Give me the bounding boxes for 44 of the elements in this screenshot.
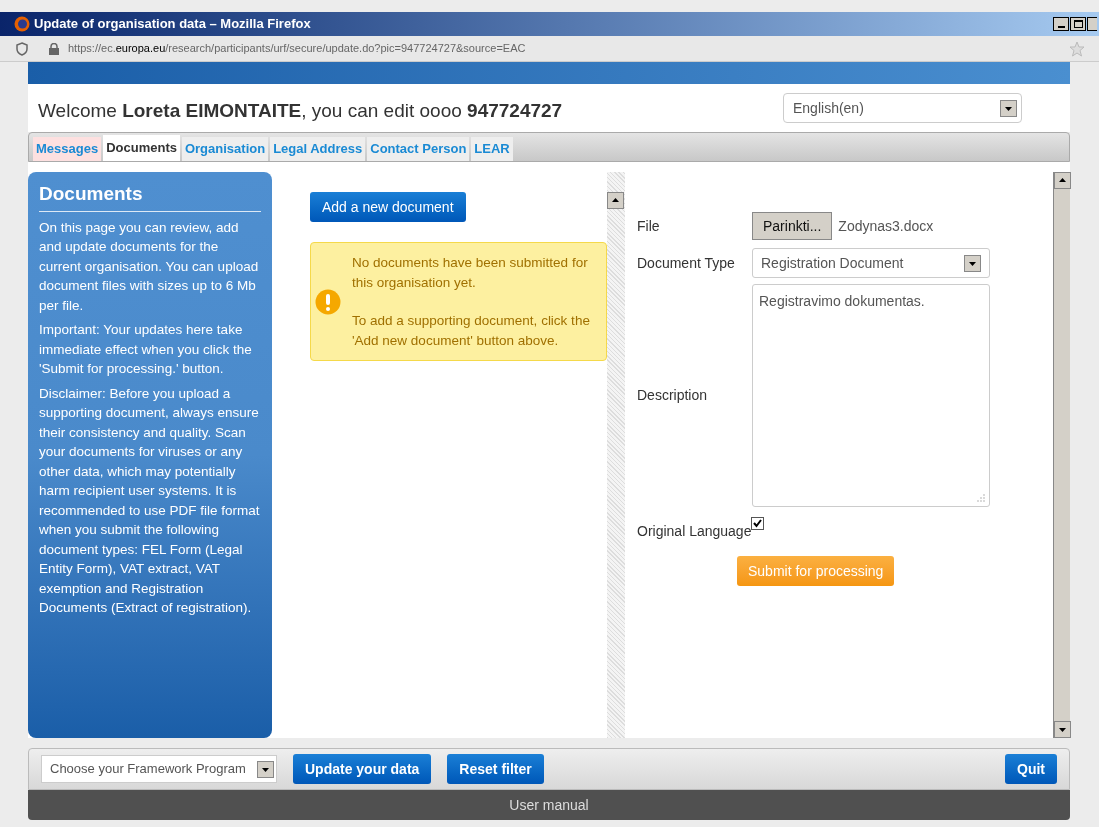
- window-title: Update of organisation data – Mozilla Firefox: [34, 15, 311, 34]
- add-document-button[interactable]: Add a new document: [310, 192, 466, 222]
- language-select[interactable]: English(en): [783, 93, 1022, 123]
- notice-text: No documents have been submitted for this organisation yet.: [352, 254, 589, 292]
- scrollbar[interactable]: [607, 172, 625, 738]
- shield-icon[interactable]: [14, 40, 30, 57]
- maximize-button[interactable]: [1070, 17, 1086, 31]
- star-icon[interactable]: [1069, 40, 1085, 57]
- welcome-text: Welcome Loreta EIMONTAITE, you can edit oooo 947724727: [38, 98, 563, 123]
- lock-icon: [48, 42, 60, 55]
- tab[interactable]: Messages: [33, 137, 102, 161]
- user-manual-link[interactable]: User manual: [509, 794, 589, 816]
- description-label: Description: [637, 386, 709, 405]
- choose-file-button[interactable]: Parinkti...: [752, 212, 833, 240]
- browser-logo-icon: [14, 16, 30, 32]
- close-button[interactable]: [1087, 17, 1097, 31]
- resize-grip-icon: [977, 494, 985, 502]
- tab[interactable]: LEAR: [471, 137, 513, 161]
- notice-text: To add a supporting document, click the 'Add new document' button above.: [352, 312, 591, 350]
- tab[interactable]: Contact Person: [367, 137, 470, 161]
- quit-button[interactable]: Quit: [1005, 754, 1057, 784]
- scroll-down-icon[interactable]: [1054, 721, 1071, 738]
- file-label: File: [637, 216, 661, 236]
- original-language-label: Original Language: [637, 522, 752, 541]
- sidebar-title: Documents: [39, 180, 261, 212]
- description-field[interactable]: Registravimo dokumentas.: [752, 284, 990, 507]
- sidebar-paragraph: On this page you can review, add and update documents for the current organisation. You can upload document files with sizes up to 6 Mb per file.: [39, 218, 260, 315]
- sidebar-paragraph: Disclaimer: Before you upload a supporting document, always ensure their consistency and quality. Scan your documents for viruses or any other data, which may potentially harm recipient user systems. It is recommended to use PDF file format when you submit the following document types: FEL Form (Legal Entity Form), VAT extract, VAT exemption and Registration Documents (Extract of registration).: [39, 384, 261, 617]
- tab[interactable]: Legal Address: [270, 137, 366, 161]
- checkbox[interactable]: [751, 517, 765, 530]
- file-name-text: Zodynas3.docx: [838, 216, 934, 236]
- warning-icon: [315, 288, 341, 315]
- framework-select[interactable]: Choose your Framework Program: [41, 755, 277, 783]
- sidebar-paragraph: Important: Your updates here take immediate effect when you click the 'Submit for processing.' button.: [39, 321, 253, 378]
- document-type-label: Document Type: [637, 253, 736, 273]
- document-type-select[interactable]: Registration Document: [752, 248, 990, 278]
- scroll-up-icon[interactable]: [1054, 172, 1071, 189]
- scrollbar[interactable]: [1053, 172, 1070, 738]
- tab[interactable]: Organisation: [181, 137, 269, 161]
- tab[interactable]: Documents: [103, 135, 180, 161]
- scroll-up-icon[interactable]: [607, 192, 624, 209]
- reset-filter-button[interactable]: Reset filter: [447, 754, 544, 784]
- update-data-button[interactable]: Update your data: [293, 754, 432, 784]
- minimize-button[interactable]: [1053, 17, 1069, 31]
